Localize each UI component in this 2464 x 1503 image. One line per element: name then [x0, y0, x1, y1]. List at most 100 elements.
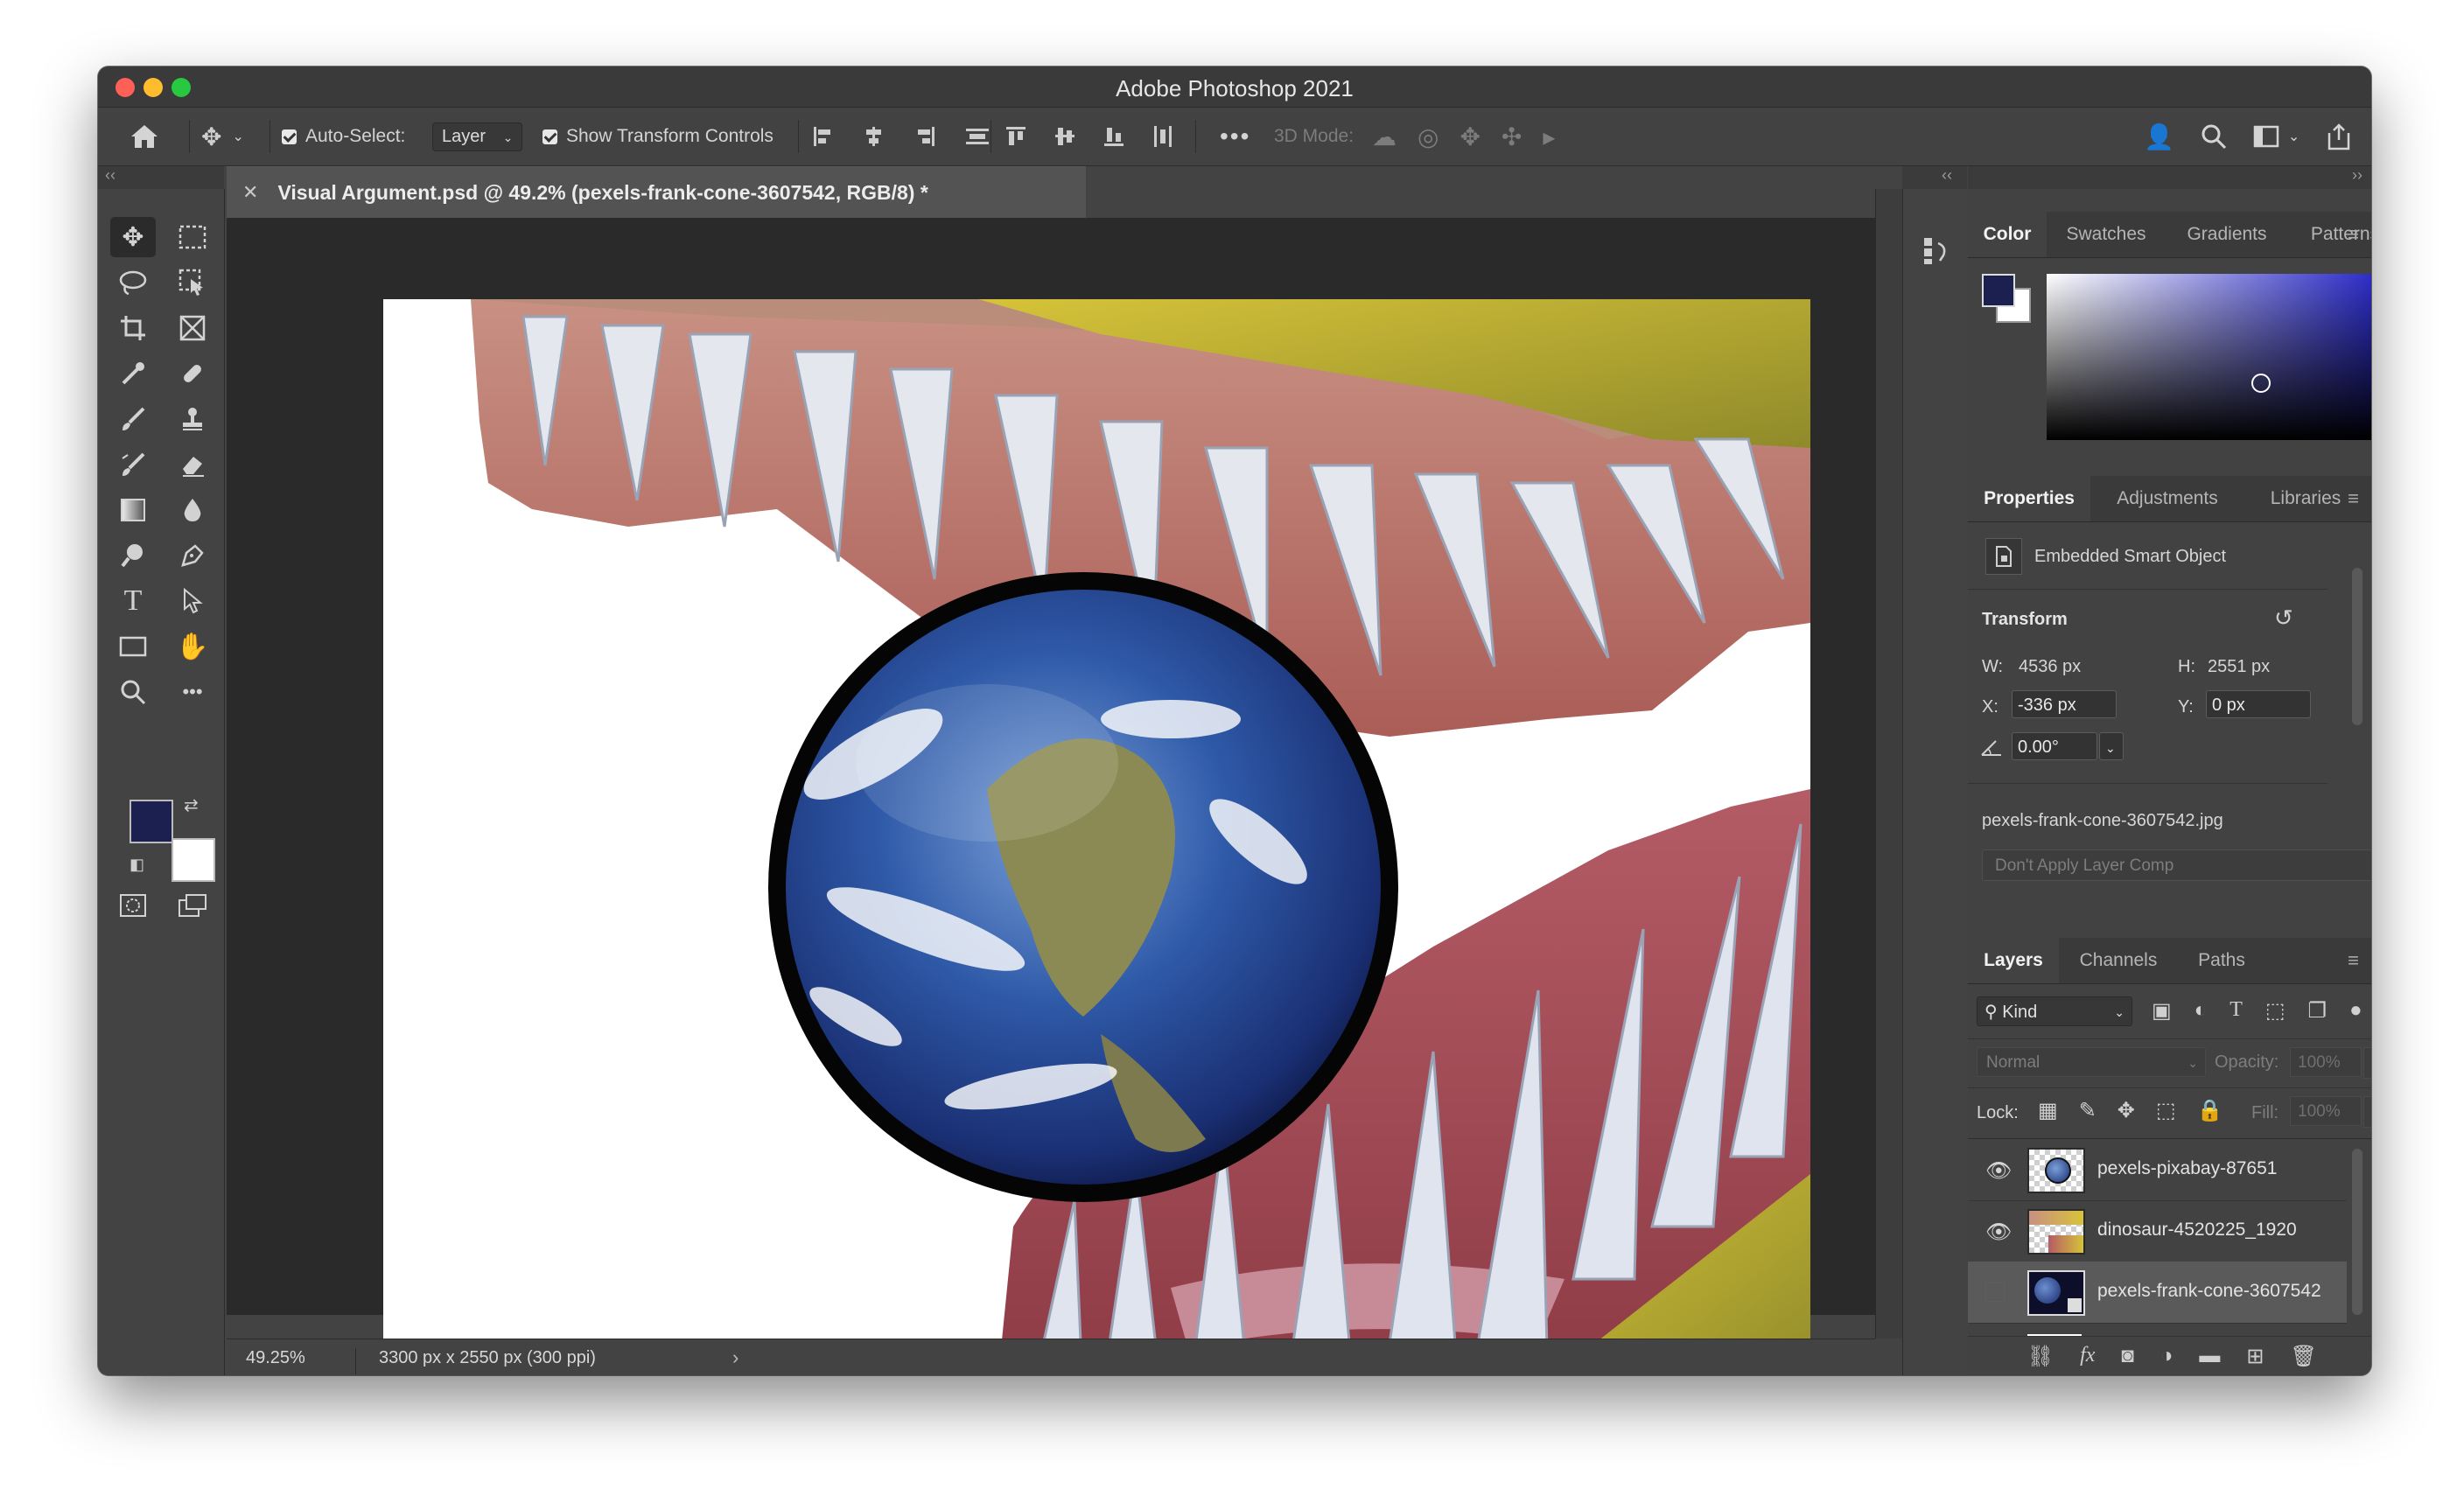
properties-scrollbar[interactable] — [2352, 568, 2362, 725]
tab-adjustments[interactable]: Adjustments — [2090, 476, 2244, 521]
layer-comp-dropdown[interactable]: Don't Apply Layer Comp ⌄ — [1982, 849, 2371, 881]
distribute-vertical-icon[interactable] — [964, 125, 990, 148]
quick-mask-button[interactable] — [110, 885, 156, 926]
tab-layers[interactable]: Layers — [1968, 938, 2059, 983]
move-tool[interactable]: ✥ — [110, 217, 156, 257]
distribute-horizontal-icon[interactable] — [1152, 124, 1174, 149]
3d-orbit-icon[interactable]: ☁ — [1372, 122, 1396, 151]
color-field[interactable] — [2047, 274, 2371, 440]
layer-name[interactable]: dinosaur-4520225_1920 — [2097, 1220, 2297, 1241]
collapse-strip-icon[interactable]: ‹‹ — [1942, 166, 1952, 185]
history-brush-tool[interactable] — [110, 444, 156, 485]
tab-color[interactable]: Color — [1968, 212, 2047, 257]
align-vertical-center-icon[interactable] — [1054, 125, 1076, 148]
canvas-vertical-scrollbar[interactable] — [1875, 189, 1902, 1339]
filter-type-icon[interactable]: T — [2230, 998, 2243, 1024]
eyedropper-tool[interactable] — [110, 353, 156, 394]
lock-position-icon[interactable]: ✥ — [2118, 1098, 2135, 1123]
layer-row[interactable]: 👁 dinosaur-4520225_1920 — [1968, 1200, 2347, 1262]
filter-smart-object-icon[interactable]: ❐ — [2308, 998, 2328, 1024]
close-document-icon[interactable]: ✕ — [242, 181, 258, 204]
color-picker-cursor[interactable] — [2251, 374, 2271, 393]
lock-transparent-icon[interactable]: ▦ — [2038, 1098, 2058, 1123]
3d-roll-icon[interactable]: ◎ — [1418, 122, 1438, 151]
3d-pan-icon[interactable]: ✥ — [1460, 122, 1480, 151]
tab-gradients[interactable]: Gradients — [2166, 212, 2288, 257]
brush-tool[interactable] — [110, 399, 156, 439]
document-canvas[interactable] — [383, 299, 1810, 1375]
opacity-input[interactable]: 100% — [2290, 1047, 2362, 1077]
auto-select-dropdown[interactable]: Layer ⌄ — [432, 122, 523, 151]
status-menu-icon[interactable]: › — [732, 1346, 738, 1369]
dodge-tool[interactable] — [110, 535, 156, 576]
layer-name[interactable]: pexels-frank-cone-3607542 — [2097, 1281, 2321, 1302]
reset-transform-icon[interactable]: ↺ — [2274, 605, 2293, 632]
share-icon[interactable] — [2326, 122, 2352, 150]
panel-menu-icon[interactable]: ≡ — [2348, 949, 2359, 972]
3d-scale-icon[interactable]: ▸ — [1543, 122, 1555, 151]
expand-panels-icon[interactable]: ›› — [2352, 166, 2362, 185]
3d-slide-icon[interactable]: ✣ — [1502, 122, 1522, 151]
lasso-tool[interactable] — [110, 262, 156, 303]
panel-menu-icon[interactable]: ≡ — [2348, 223, 2359, 246]
visibility-eye-icon[interactable]: 👁 — [1985, 1158, 2012, 1184]
filter-pixel-icon[interactable]: ▣ — [2152, 998, 2172, 1024]
filter-toggle-icon[interactable]: ● — [2349, 998, 2362, 1024]
filter-adjustment-icon[interactable]: ◐ — [2194, 998, 2208, 1024]
frame-tool[interactable] — [170, 308, 215, 348]
tab-properties[interactable]: Properties — [1968, 476, 2090, 521]
opacity-dropdown[interactable]: ⌄ — [2363, 1047, 2371, 1079]
layer-filter-dropdown[interactable]: ⚲ Kind ⌄ — [1977, 996, 2132, 1026]
document-tab[interactable]: ✕ Visual Argument.psd @ 49.2% (pexels-fr… — [227, 166, 1086, 218]
zoom-tool[interactable] — [110, 672, 156, 712]
add-mask-icon[interactable]: ◙ — [2121, 1344, 2134, 1369]
background-color-swatch[interactable] — [172, 838, 215, 882]
zoom-level[interactable]: 49.25% — [246, 1348, 305, 1368]
blend-mode-dropdown[interactable]: Normal ⌄ — [1977, 1047, 2206, 1077]
clone-stamp-tool[interactable] — [170, 399, 215, 439]
tab-channels[interactable]: Channels — [2059, 938, 2178, 983]
panel-menu-icon[interactable]: ≡ — [2348, 487, 2359, 510]
align-right-icon[interactable] — [914, 125, 936, 148]
new-adjustment-layer-icon[interactable]: ◑ — [2160, 1344, 2174, 1369]
align-horizontal-center-icon[interactable] — [863, 125, 886, 148]
crop-tool[interactable] — [110, 308, 156, 348]
lock-all-icon[interactable]: 🔒 — [2197, 1098, 2223, 1123]
new-group-icon[interactable]: ▬ — [2199, 1344, 2220, 1369]
color-panel-foreground-swatch[interactable] — [1982, 274, 2015, 307]
tab-paths[interactable]: Paths — [2178, 938, 2265, 983]
angle-dropdown[interactable]: ⌄ — [2099, 732, 2124, 760]
new-layer-icon[interactable]: ⊞ — [2246, 1344, 2264, 1369]
rectangle-tool[interactable] — [110, 626, 156, 667]
more-options-button[interactable]: ••• — [1220, 108, 1250, 165]
align-bottom-icon[interactable] — [1102, 125, 1125, 148]
layer-row[interactable]: 👁 pexels-pixabay-87651 — [1968, 1139, 2347, 1201]
link-layers-icon[interactable]: ⛓ — [2027, 1344, 2054, 1369]
healing-brush-tool[interactable] — [170, 353, 215, 394]
hand-tool[interactable]: ✋ — [170, 626, 215, 667]
y-position-input[interactable]: 0 px — [2206, 690, 2311, 718]
align-top-icon[interactable] — [1004, 125, 1027, 148]
layers-scrollbar[interactable] — [2352, 1149, 2362, 1315]
workspace-switcher[interactable]: ⌄ — [2253, 125, 2300, 148]
history-panel-icon[interactable] — [1922, 236, 1949, 266]
fill-input[interactable]: 100% — [2290, 1096, 2362, 1126]
move-tool-preset-button[interactable]: ✥ ⌄ — [201, 108, 244, 165]
x-position-input[interactable]: -336 px — [2012, 690, 2117, 718]
angle-input[interactable]: 0.00° — [2012, 732, 2097, 760]
home-button[interactable] — [130, 108, 159, 165]
foreground-color-swatch[interactable] — [130, 800, 173, 843]
tab-swatches[interactable]: Swatches — [2047, 212, 2166, 257]
path-selection-tool[interactable] — [170, 581, 215, 621]
lock-image-icon[interactable]: ✎ — [2079, 1098, 2096, 1123]
collapse-tools-icon[interactable]: ‹‹ — [105, 166, 116, 185]
search-icon[interactable] — [2201, 123, 2227, 150]
default-colors-icon[interactable]: ◧ — [130, 856, 144, 874]
swap-colors-icon[interactable]: ⇄ — [184, 794, 199, 816]
layer-style-icon[interactable]: fx — [2080, 1344, 2095, 1369]
blur-tool[interactable] — [170, 490, 215, 530]
pen-tool[interactable] — [170, 535, 215, 576]
filter-shape-icon[interactable]: ⬚ — [2265, 998, 2286, 1024]
show-transform-checkbox[interactable]: Show Transform Controls — [542, 108, 774, 165]
object-selection-tool[interactable] — [170, 262, 215, 303]
